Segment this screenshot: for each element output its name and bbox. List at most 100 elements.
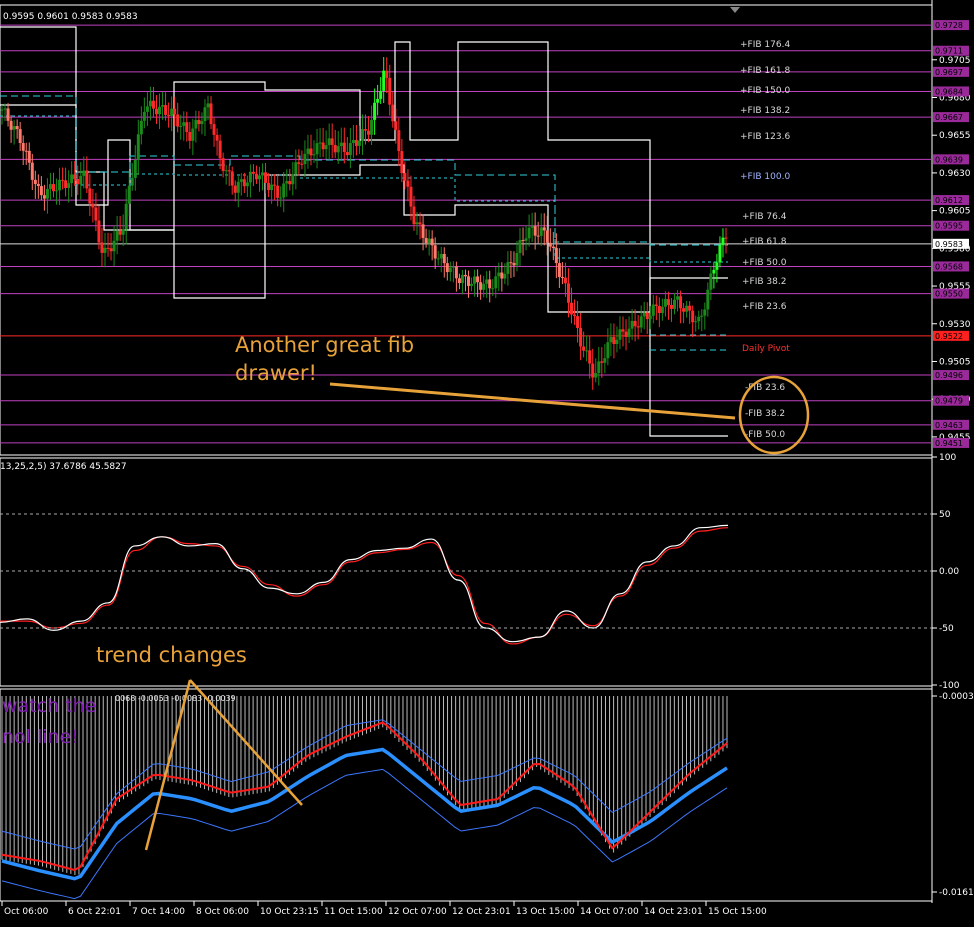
fib-label: +FIB 138.2	[740, 106, 790, 116]
candle-body	[654, 304, 658, 306]
candle-body	[657, 305, 661, 313]
candle-body	[385, 70, 389, 78]
candle-body	[251, 171, 255, 174]
candle-body	[554, 248, 558, 264]
candle-body	[30, 162, 34, 180]
candle-body	[566, 283, 570, 303]
candle-body	[112, 240, 116, 252]
fib-label: +FIB 123.6	[740, 132, 790, 142]
fib-label: +FIB 176.4	[740, 40, 790, 50]
candle-body	[230, 171, 234, 186]
candle-body	[73, 174, 77, 180]
candle-body	[476, 276, 480, 283]
candle-body	[624, 331, 628, 337]
candle-body	[254, 173, 258, 180]
candle-body	[694, 321, 698, 323]
candle-body	[718, 245, 722, 263]
candle-body	[551, 246, 555, 249]
candle-body	[288, 181, 292, 185]
candle-body	[609, 337, 613, 343]
candle-body	[724, 237, 728, 239]
price-box-label: 0.9612	[935, 196, 963, 205]
candle-body	[488, 279, 492, 289]
candle-body	[179, 125, 183, 127]
candle-body	[173, 108, 177, 115]
candle-body	[539, 227, 543, 236]
candle-body	[548, 242, 552, 247]
candle-body	[139, 120, 143, 135]
candle-body	[557, 263, 561, 278]
candle-body	[191, 128, 195, 141]
candle-body	[703, 309, 707, 316]
candle-body	[563, 277, 567, 284]
candle-body	[106, 247, 110, 249]
candle-body	[691, 310, 695, 323]
trend-note: trend changes	[96, 643, 247, 667]
time-tick-label: 6 Oct 22:01	[68, 907, 121, 917]
time-tick-label: 15 Oct 15:00	[708, 907, 767, 917]
price-tick-label: 0.9530	[939, 320, 971, 330]
candle-body	[712, 269, 716, 274]
price-box-label: 0.9595	[935, 222, 963, 231]
candle-body	[315, 143, 319, 155]
candle-body	[715, 262, 719, 270]
trading-chart-window: +FIB 176.4 +FIB 161.8 +FIB 150.0 +FIB 138.2…	[0, 0, 974, 923]
candle-body	[100, 242, 104, 253]
candle-body	[682, 308, 686, 312]
candle-body	[666, 299, 670, 305]
candle-body	[415, 222, 419, 225]
candle-body	[218, 140, 222, 159]
candle-body	[67, 183, 71, 188]
candle-body	[491, 288, 495, 290]
candle-body	[630, 320, 634, 329]
candle-body	[430, 238, 434, 246]
candle-body	[479, 282, 483, 290]
candle-body	[45, 188, 49, 199]
candle-body	[236, 181, 240, 193]
candle-body	[497, 272, 501, 277]
chart-canvas[interactable]: +FIB 176.4 +FIB 161.8 +FIB 150.0 +FIB 138.2…	[0, 0, 974, 923]
time-tick-label: 14 Oct 23:01	[644, 907, 703, 917]
candle-body	[585, 350, 589, 352]
candle-body	[221, 158, 225, 172]
candle-body	[312, 154, 316, 156]
candle-body	[6, 108, 10, 121]
candle-body	[579, 328, 583, 347]
candle-body	[397, 130, 401, 152]
candle-body	[51, 184, 55, 192]
candle-body	[542, 227, 546, 231]
candle-body	[588, 350, 592, 364]
candle-body	[521, 240, 525, 242]
candle-body	[648, 315, 652, 320]
candle-body	[460, 274, 464, 284]
candle-body	[309, 148, 313, 156]
candle-body	[267, 182, 271, 191]
candle-body	[688, 305, 692, 311]
candle-body	[342, 142, 346, 153]
price-tick-label: 0.9505	[939, 357, 971, 367]
candle-body	[442, 254, 446, 264]
time-tick-label: 13 Oct 15:00	[516, 907, 575, 917]
candle-body	[124, 203, 128, 230]
candle-body	[594, 373, 598, 378]
candle-body	[627, 328, 631, 337]
price-box-label: 0.9522	[935, 332, 963, 341]
candle-body	[560, 277, 564, 279]
candle-body	[685, 305, 689, 312]
price-box-label: 0.9568	[935, 262, 963, 271]
fib-label: +FIB 23.6	[742, 302, 787, 312]
price-box-label: 0.9479	[935, 397, 963, 406]
candle-body	[333, 144, 337, 153]
candle-body	[264, 172, 268, 183]
candle-body	[709, 273, 713, 290]
candle-body	[518, 240, 522, 253]
candle-body	[3, 108, 7, 110]
candle-body	[530, 226, 534, 228]
price-box-label: 0.9711	[935, 47, 963, 56]
candle-body	[61, 179, 65, 181]
candle-body	[706, 289, 710, 310]
price-box-label: 0.9667	[935, 113, 963, 122]
candle-body	[197, 120, 201, 125]
candle-body	[88, 188, 92, 204]
candle-body	[248, 171, 252, 183]
